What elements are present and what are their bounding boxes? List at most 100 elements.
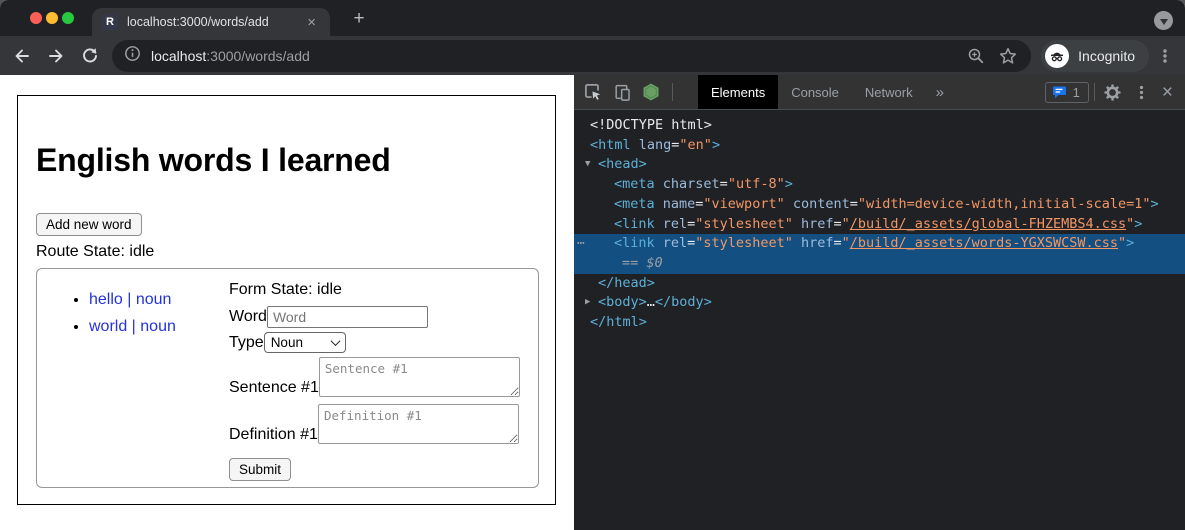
code-token: name xyxy=(655,196,696,212)
back-button[interactable] xyxy=(10,44,34,68)
code-token: = xyxy=(850,196,858,212)
minimize-window-button[interactable] xyxy=(46,12,58,24)
sentence-label: Sentence #1 xyxy=(229,379,319,397)
reload-button[interactable] xyxy=(78,44,102,68)
tab-close-icon[interactable]: × xyxy=(303,13,320,32)
code-token: <body> xyxy=(598,294,647,310)
code-token: charset xyxy=(655,176,720,192)
devtools-tab-elements[interactable]: Elements xyxy=(698,75,778,109)
tab-title: localhost:3000/words/add xyxy=(127,15,303,29)
code-token: <link xyxy=(614,235,655,251)
devtools-tab-network[interactable]: Network xyxy=(852,75,926,109)
incognito-badge: Incognito xyxy=(1041,40,1149,72)
code-token: rel xyxy=(655,216,688,232)
sentence-textarea[interactable] xyxy=(319,357,520,397)
new-tab-button[interactable]: + xyxy=(346,6,372,32)
dom-tree-row[interactable]: ⋯<link rel="stylesheet" href="/build/_as… xyxy=(574,234,1185,254)
code-token: </html> xyxy=(590,314,647,330)
dom-tree-row[interactable]: == $0 xyxy=(574,254,1185,274)
definition-textarea[interactable] xyxy=(318,404,519,444)
row-menu-icon[interactable]: ⋯ xyxy=(577,234,584,254)
divider xyxy=(1094,83,1095,101)
inspect-element-icon[interactable] xyxy=(580,79,606,105)
node-js-icon[interactable] xyxy=(638,79,664,105)
issues-bubble-icon xyxy=(1052,85,1067,100)
dom-tree-row[interactable]: <!DOCTYPE html> xyxy=(574,116,1185,136)
devtools-tabs: ElementsConsoleNetwork xyxy=(698,75,926,109)
code-token: /build/_assets/global-FHZEMBS4.css xyxy=(850,216,1126,232)
code-token: = xyxy=(833,216,841,232)
code-token: <meta xyxy=(614,196,655,212)
devtools-tab-console[interactable]: Console xyxy=(778,75,852,109)
zoom-icon[interactable] xyxy=(965,45,987,67)
code-token: > xyxy=(1150,196,1158,212)
incognito-icon xyxy=(1045,44,1069,68)
code-token: = xyxy=(720,176,728,192)
code-token: " xyxy=(842,216,850,232)
dom-tree-row[interactable]: ▼<head> xyxy=(574,155,1185,175)
tab-strip: R localhost:3000/words/add × + xyxy=(0,0,1185,36)
code-token: > xyxy=(1134,216,1142,232)
submit-button[interactable]: Submit xyxy=(229,458,291,481)
browser-tab[interactable]: R localhost:3000/words/add × xyxy=(92,8,330,36)
code-token: href xyxy=(793,235,834,251)
word-label: Word xyxy=(229,308,267,326)
code-token: > xyxy=(785,176,793,192)
word-input[interactable] xyxy=(267,306,428,328)
browser-menu-icon[interactable] xyxy=(1155,44,1175,68)
code-token: > xyxy=(1126,235,1134,251)
url-text: localhost:3000/words/add xyxy=(151,48,955,64)
incognito-label: Incognito xyxy=(1078,48,1135,64)
remix-favicon-icon: R xyxy=(102,14,118,30)
forward-button[interactable] xyxy=(44,44,68,68)
page-title: English words I learned xyxy=(36,142,555,179)
expand-arrow-closed-icon[interactable]: ▶ xyxy=(585,293,590,313)
more-tabs-icon[interactable]: » xyxy=(926,84,954,101)
dom-tree-row[interactable]: <html lang="en"> xyxy=(574,136,1185,156)
code-token: "en" xyxy=(679,137,712,153)
dom-tree: <!DOCTYPE html><html lang="en">▼<head><m… xyxy=(574,110,1185,333)
code-token: "stylesheet" xyxy=(695,235,793,251)
dom-tree-row[interactable]: <link rel="stylesheet" href="/build/_ass… xyxy=(574,215,1185,235)
code-token: <meta xyxy=(614,176,655,192)
devtools-menu-icon[interactable] xyxy=(1129,79,1155,105)
definition-label: Definition #1 xyxy=(229,426,318,444)
code-token: content xyxy=(785,196,850,212)
code-token: lang xyxy=(631,137,672,153)
code-token: "width=device-width,initial-scale=1" xyxy=(858,196,1151,212)
close-window-button[interactable] xyxy=(30,12,42,24)
code-token: $0 xyxy=(646,255,662,271)
web-page: English words I learned Add new word Rou… xyxy=(0,75,574,530)
word-list-item: world | noun xyxy=(89,318,176,336)
bookmark-star-icon[interactable] xyxy=(997,45,1019,67)
word-list-item: hello | noun xyxy=(89,291,176,309)
devtools-settings-icon[interactable] xyxy=(1100,79,1126,105)
issues-counter[interactable]: 1 xyxy=(1045,82,1089,103)
dom-tree-row[interactable]: </html> xyxy=(574,313,1185,333)
type-label: Type xyxy=(229,334,264,352)
devtools-toolbar: ElementsConsoleNetwork » 1 × xyxy=(574,75,1185,110)
word-link[interactable]: hello | noun xyxy=(89,291,171,308)
dom-tree-row[interactable]: <meta charset="utf-8"> xyxy=(574,175,1185,195)
divider xyxy=(672,83,673,101)
dom-tree-row[interactable]: <meta name="viewport" content="width=dev… xyxy=(574,195,1185,215)
add-new-word-button[interactable]: Add new word xyxy=(36,213,142,236)
dom-tree-row[interactable]: ▶<body>…</body> xyxy=(574,293,1185,313)
site-info-icon[interactable] xyxy=(124,45,141,67)
devtools-close-icon[interactable]: × xyxy=(1158,83,1177,102)
address-bar[interactable]: localhost:3000/words/add xyxy=(112,40,1031,72)
devtools-panel: ElementsConsoleNetwork » 1 × xyxy=(574,75,1185,530)
window-dropdown-icon[interactable] xyxy=(1154,11,1173,30)
word-link[interactable]: world | noun xyxy=(89,318,176,335)
code-token: <link xyxy=(614,216,655,232)
route-state-text: Route State: idle xyxy=(36,243,555,261)
expand-arrow-open-icon[interactable]: ▼ xyxy=(585,155,590,175)
fullscreen-window-button[interactable] xyxy=(62,12,74,24)
type-select[interactable]: Noun xyxy=(264,332,346,353)
word-list: hello | noun world | noun xyxy=(63,291,176,345)
dom-tree-row[interactable]: </head> xyxy=(574,274,1185,294)
device-toolbar-icon[interactable] xyxy=(609,79,635,105)
code-token: href xyxy=(793,216,834,232)
code-token: "stylesheet" xyxy=(695,216,793,232)
code-token: <html xyxy=(590,137,631,153)
